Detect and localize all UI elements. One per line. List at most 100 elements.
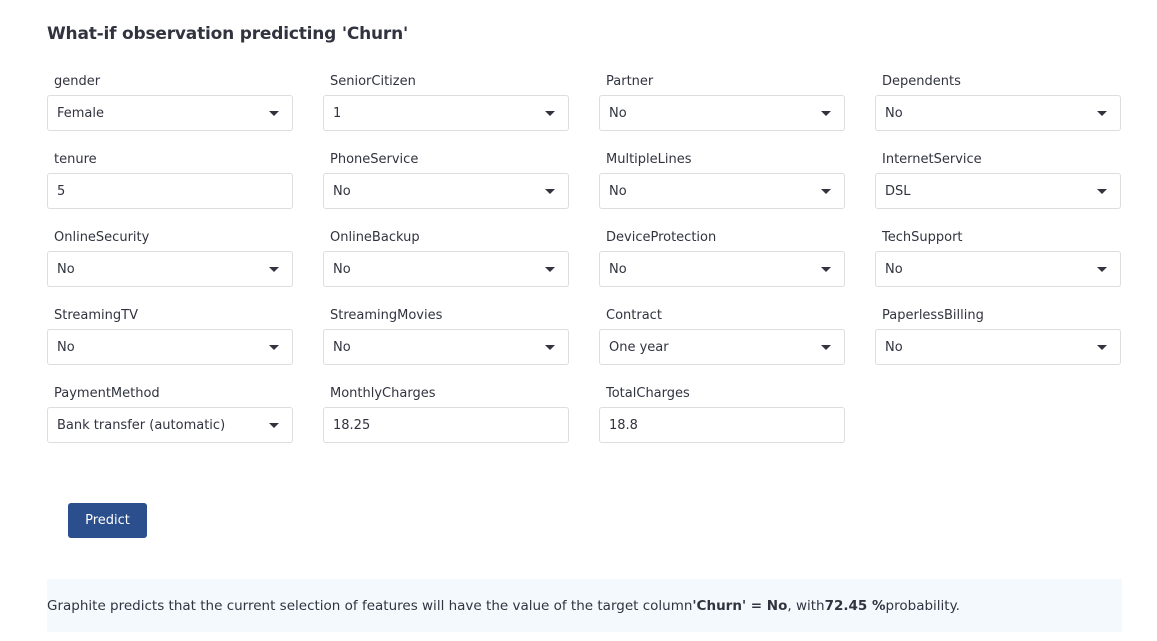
streamingmovies-select[interactable]: No [323,329,569,365]
chevron-down-icon[interactable] [821,188,831,194]
field-partner: Partner No [599,73,845,131]
deviceprotection-value: No [609,261,627,277]
field-label-phoneservice: PhoneService [330,152,419,167]
contract-select[interactable]: One year [599,329,845,365]
multiplelines-select[interactable]: No [599,173,845,209]
techsupport-value: No [885,261,903,277]
field-monthlycharges: MonthlyCharges 18.25 [323,385,569,443]
chevron-down-icon[interactable] [269,266,279,272]
chevron-down-icon[interactable] [821,266,831,272]
streamingtv-select[interactable]: No [47,329,293,365]
paymentmethod-select[interactable]: Bank transfer (automatic) [47,407,293,443]
dependents-value: No [885,105,903,121]
result-probability: 72.45 % [824,597,886,614]
field-seniorcitizen: SeniorCitizen 1 [323,73,569,131]
result-prefix-text: Graphite predicts that the current selec… [47,597,693,614]
gender-select[interactable]: Female [47,95,293,131]
field-techsupport: TechSupport No [875,229,1121,287]
chevron-down-icon[interactable] [269,344,279,350]
internetservice-select[interactable]: DSL [875,173,1121,209]
field-dependents: Dependents No [875,73,1121,131]
field-label-streamingmovies: StreamingMovies [330,308,443,323]
predict-button[interactable]: Predict [68,503,147,538]
field-phoneservice: PhoneService No [323,151,569,209]
prediction-result: Graphite predicts that the current selec… [47,579,1122,632]
phoneservice-select[interactable]: No [323,173,569,209]
field-deviceprotection: DeviceProtection No [599,229,845,287]
streamingtv-value: No [57,339,75,355]
paymentmethod-value: Bank transfer (automatic) [57,417,226,433]
chevron-down-icon[interactable] [545,188,555,194]
partner-value: No [609,105,627,121]
chevron-down-icon[interactable] [269,422,279,428]
field-label-techsupport: TechSupport [882,230,963,245]
field-totalcharges: TotalCharges 18.8 [599,385,845,443]
field-contract: Contract One year [599,307,845,365]
field-onlinesecurity: OnlineSecurity No [47,229,293,287]
result-middle-text: , with [787,597,825,614]
field-label-totalcharges: TotalCharges [606,386,690,401]
field-label-partner: Partner [606,74,654,89]
paperlessbilling-select[interactable]: No [875,329,1121,365]
chevron-down-icon[interactable] [545,344,555,350]
paperlessbilling-value: No [885,339,903,355]
partner-select[interactable]: No [599,95,845,131]
chevron-down-icon[interactable] [1097,188,1107,194]
phoneservice-value: No [333,183,351,199]
field-multiplelines: MultipleLines No [599,151,845,209]
field-tenure: tenure 5 [47,151,293,209]
chevron-down-icon[interactable] [821,110,831,116]
totalcharges-value: 18.8 [609,417,638,433]
result-suffix-text: probability. [885,597,960,614]
chevron-down-icon[interactable] [821,344,831,350]
field-label-streamingtv: StreamingTV [54,308,138,323]
field-label-contract: Contract [606,308,662,323]
field-label-onlinesecurity: OnlineSecurity [54,230,150,245]
monthlycharges-value: 18.25 [333,417,371,433]
streamingmovies-value: No [333,339,351,355]
chevron-down-icon[interactable] [1097,266,1107,272]
field-paperlessbilling: PaperlessBilling No [875,307,1121,365]
field-internetservice: InternetService DSL [875,151,1121,209]
multiplelines-value: No [609,183,627,199]
onlinesecurity-value: No [57,261,75,277]
dependents-select[interactable]: No [875,95,1121,131]
field-label-onlinebackup: OnlineBackup [330,230,420,245]
chevron-down-icon[interactable] [1097,110,1107,116]
field-label-multiplelines: MultipleLines [606,152,692,167]
monthlycharges-input[interactable]: 18.25 [323,407,569,443]
field-label-internetservice: InternetService [882,152,982,167]
deviceprotection-select[interactable]: No [599,251,845,287]
field-label-tenure: tenure [54,152,97,167]
field-streamingtv: StreamingTV No [47,307,293,365]
chevron-down-icon[interactable] [1097,344,1107,350]
chevron-down-icon[interactable] [269,110,279,116]
field-onlinebackup: OnlineBackup No [323,229,569,287]
onlinebackup-value: No [333,261,351,277]
contract-value: One year [609,339,669,355]
field-label-dependents: Dependents [882,74,961,89]
internetservice-value: DSL [885,183,911,199]
onlinebackup-select[interactable]: No [323,251,569,287]
onlinesecurity-select[interactable]: No [47,251,293,287]
result-target-expression: 'Churn' = No [692,597,788,614]
tenure-input[interactable]: 5 [47,173,293,209]
field-paymentmethod: PaymentMethod Bank transfer (automatic) [47,385,293,443]
field-streamingmovies: StreamingMovies No [323,307,569,365]
field-label-monthlycharges: MonthlyCharges [330,386,436,401]
chevron-down-icon[interactable] [545,266,555,272]
field-label-gender: gender [54,74,101,89]
chevron-down-icon[interactable] [545,110,555,116]
page-title: What-if observation predicting 'Churn' [47,24,409,44]
gender-value: Female [57,105,105,121]
seniorcitizen-select[interactable]: 1 [323,95,569,131]
seniorcitizen-value: 1 [333,105,342,121]
field-label-deviceprotection: DeviceProtection [606,230,717,245]
field-label-paymentmethod: PaymentMethod [54,386,160,401]
field-gender: gender Female [47,73,293,131]
techsupport-select[interactable]: No [875,251,1121,287]
field-label-paperlessbilling: PaperlessBilling [882,308,984,323]
field-label-seniorcitizen: SeniorCitizen [330,74,416,89]
tenure-value: 5 [57,183,66,199]
totalcharges-input[interactable]: 18.8 [599,407,845,443]
